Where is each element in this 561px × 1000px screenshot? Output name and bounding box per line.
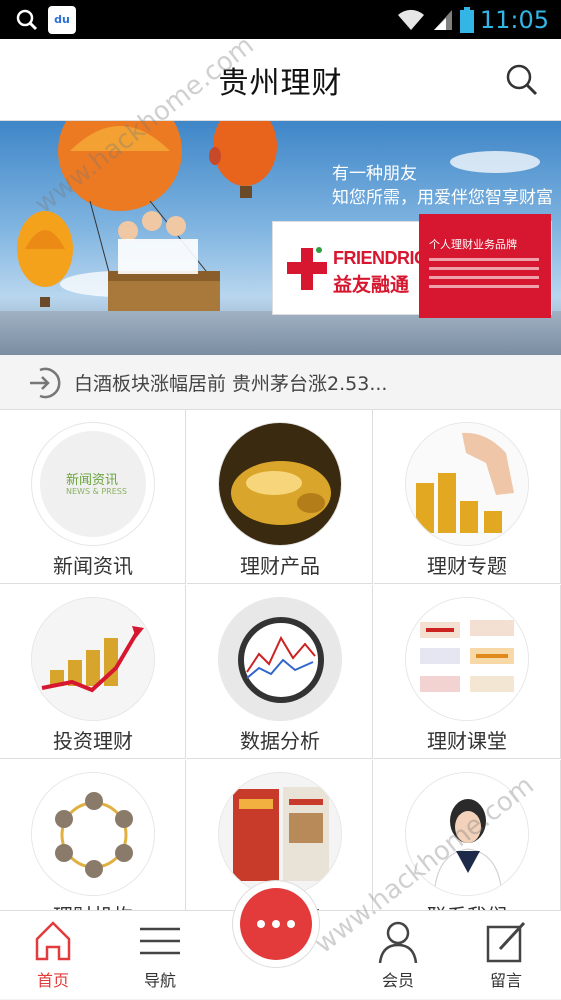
user-icon bbox=[378, 921, 418, 963]
banner-slogan-line1: 有一种朋友 bbox=[332, 164, 417, 184]
magazine-thumbnail bbox=[218, 772, 342, 896]
brand-name-cn: 益友融通 bbox=[333, 274, 410, 296]
brand-tagline: 个人理财业务品牌 bbox=[429, 238, 517, 251]
grid-label: 投资理财 bbox=[53, 729, 133, 753]
grid-label: 理财课堂 bbox=[427, 729, 507, 753]
clock: 11:05 bbox=[479, 5, 549, 34]
nav-message[interactable]: 留言 bbox=[456, 911, 556, 1000]
home-icon bbox=[35, 921, 71, 961]
grid-item-products[interactable]: 理财产品 bbox=[187, 410, 373, 584]
more-button[interactable] bbox=[232, 880, 320, 968]
menu-icon bbox=[140, 927, 180, 955]
brand-red-panel: 个人理财业务品牌 bbox=[419, 214, 551, 318]
grid-item-class[interactable]: 理财课堂 bbox=[374, 585, 561, 759]
nav-navigation[interactable]: 导航 bbox=[110, 911, 210, 1000]
search-icon[interactable] bbox=[505, 63, 539, 97]
coins-arrow-thumbnail bbox=[31, 597, 155, 721]
news-thumb-en: NEWS & PRESS bbox=[66, 487, 127, 496]
network-people-thumbnail bbox=[31, 772, 155, 896]
grid-label: 新闻资讯 bbox=[53, 554, 133, 578]
edit-icon bbox=[486, 921, 526, 963]
nav-home[interactable]: 首页 bbox=[3, 911, 103, 1000]
news-thumbnail: 新闻资讯 NEWS & PRESS bbox=[31, 422, 155, 546]
brand-card: FRIENDRICH 益友融通 个人理财业务品牌 bbox=[272, 214, 552, 318]
class-collage-thumbnail bbox=[405, 597, 529, 721]
grid-label: 数据分析 bbox=[240, 729, 320, 753]
grid-item-news[interactable]: 新闻资讯 NEWS & PRESS 新闻资讯 bbox=[0, 410, 186, 584]
signal-icon bbox=[433, 9, 452, 30]
grid-label: 理财产品 bbox=[240, 554, 320, 578]
app-header: 贵州理财 bbox=[0, 39, 561, 121]
baidu-app-icon: du bbox=[48, 5, 76, 34]
battery-icon bbox=[459, 6, 474, 33]
more-icon bbox=[240, 888, 312, 960]
magnifier-chart-thumbnail bbox=[218, 597, 342, 721]
cloud bbox=[450, 151, 540, 173]
nav-message-label: 留言 bbox=[489, 971, 522, 990]
nav-member-label: 会员 bbox=[381, 971, 414, 990]
app-icon-text: du bbox=[54, 13, 70, 26]
search-icon bbox=[16, 9, 38, 30]
news-ticker[interactable]: 白酒板块涨幅居前 贵州茅台涨2.53... bbox=[0, 356, 561, 410]
grid-item-topics[interactable]: 理财专题 bbox=[374, 410, 561, 584]
nav-navigation-label: 导航 bbox=[143, 971, 176, 990]
status-bar: du 11:05 bbox=[0, 0, 561, 39]
wifi-icon bbox=[397, 9, 424, 30]
nav-home-label: 首页 bbox=[36, 971, 69, 990]
grid-item-institutions[interactable]: 理财机构 bbox=[0, 760, 186, 934]
gold-piggy-thumbnail bbox=[218, 422, 342, 546]
grid-item-data[interactable]: 数据分析 bbox=[187, 585, 373, 759]
news-thumb-cn: 新闻资讯 bbox=[66, 473, 119, 488]
coins-hand-thumbnail bbox=[405, 422, 529, 546]
grid-item-investment[interactable]: 投资理财 bbox=[0, 585, 186, 759]
brand-logo-icon bbox=[287, 247, 327, 290]
banner-slogan-line2: 知您所需，用爱伴您智享财富 bbox=[332, 188, 553, 208]
ticker-text: 白酒板块涨幅居前 贵州茅台涨2.53... bbox=[74, 373, 388, 395]
brand-fine-print bbox=[429, 258, 539, 294]
grid-label: 理财专题 bbox=[427, 554, 507, 578]
login-arrow-icon bbox=[30, 367, 61, 398]
